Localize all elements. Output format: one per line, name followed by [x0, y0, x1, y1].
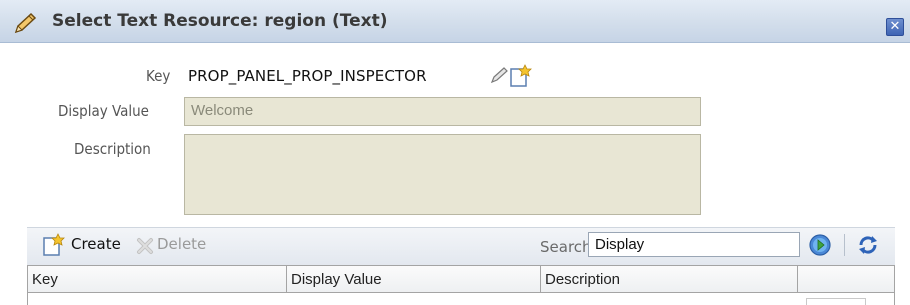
- go-arrow-icon[interactable]: [808, 233, 832, 257]
- key-value: PROP_PANEL_PROP_INSPECTOR: [188, 67, 427, 85]
- pencil-icon: [14, 12, 37, 34]
- display-value-field[interactable]: Welcome: [184, 97, 701, 126]
- column-header-description[interactable]: Description: [541, 265, 797, 293]
- search-label: Search: [540, 238, 592, 256]
- delete-button[interactable]: Delete: [157, 235, 206, 253]
- close-button[interactable]: ✕: [886, 18, 904, 36]
- display-value-label: Display Value: [58, 102, 149, 120]
- edit-key-icon[interactable]: [489, 66, 509, 84]
- search-input[interactable]: Display: [588, 232, 800, 257]
- key-label: Key: [146, 67, 171, 85]
- description-label: Description: [74, 140, 151, 158]
- create-icon[interactable]: [41, 233, 65, 257]
- new-resource-icon[interactable]: [508, 64, 532, 88]
- column-header-display-value[interactable]: Display Value: [287, 265, 540, 293]
- description-field[interactable]: [184, 134, 701, 215]
- create-button[interactable]: Create: [71, 235, 121, 253]
- delete-x-icon: [137, 238, 153, 254]
- column-divider: [797, 266, 798, 293]
- column-header-key[interactable]: Key: [28, 265, 286, 293]
- dialog-titlebar: Select Text Resource: region (Text) ✕: [0, 0, 910, 43]
- toolbar-separator: [844, 234, 845, 256]
- dialog-title: Select Text Resource: region (Text): [52, 11, 388, 31]
- table-body: [27, 293, 895, 305]
- table-cell-stub: [806, 298, 866, 305]
- close-icon: ✕: [889, 19, 901, 34]
- refresh-icon[interactable]: [855, 233, 881, 257]
